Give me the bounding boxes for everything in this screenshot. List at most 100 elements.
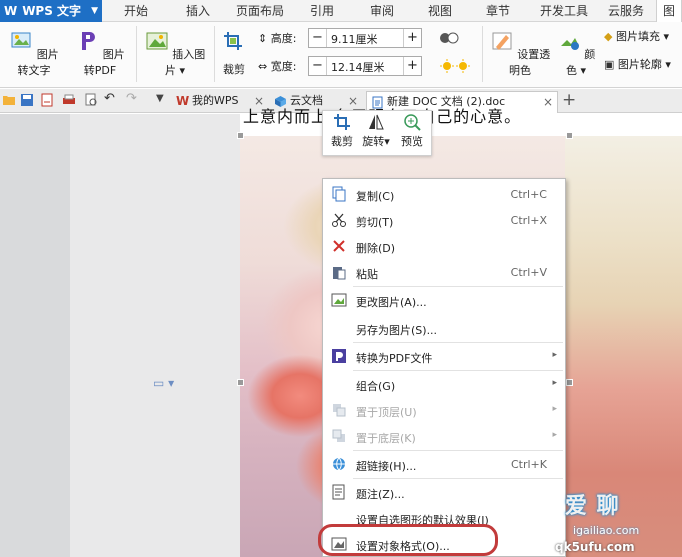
caret-down-icon: ▾ xyxy=(659,30,669,43)
menu-item-label: 剪切(T) xyxy=(356,216,394,229)
submenu-arrow-icon: ▸ xyxy=(552,404,557,414)
menu-item-change-picture[interactable]: 更改图片(A)... xyxy=(323,287,565,313)
menu-item-shortcut: Ctrl+V xyxy=(510,266,547,279)
set-transparent-label: 设置透明色 xyxy=(509,48,551,77)
submenu-arrow-icon: ▸ xyxy=(552,350,557,360)
width-value: 12.14厘米 xyxy=(331,61,385,74)
pic-outline-button[interactable]: ▣ 图片轮廓 ▾ xyxy=(604,56,682,72)
caret-down-icon: ▾ xyxy=(576,64,587,77)
pdf-icon xyxy=(332,349,346,363)
width-label: 宽度: xyxy=(270,60,297,73)
tab-view[interactable]: 视图 xyxy=(428,0,452,22)
bring-to-front-icon xyxy=(333,404,346,417)
insert-picture-button[interactable]: 插入图片 ▾ xyxy=(144,30,206,78)
menu-item-hyperlink[interactable]: 超链接(H)... Ctrl+K xyxy=(323,451,565,477)
watermark-site2: qk5ufu.com xyxy=(555,540,635,554)
mini-crop-button[interactable]: 裁剪 xyxy=(325,113,359,149)
mini-rotate-label: 旋转 xyxy=(362,135,385,148)
menu-item-paste[interactable]: 粘贴 Ctrl+V xyxy=(323,259,565,285)
resize-handle-middle-right[interactable] xyxy=(566,379,573,386)
ribbon: 图片转文字 图片转PDF 插入图片 ▾ 裁剪 ⇕ 高度: − 9.11厘米 + … xyxy=(0,22,682,88)
contrast-button[interactable] xyxy=(438,30,460,49)
height-increment-button[interactable]: + xyxy=(403,29,421,47)
height-decrement-button[interactable]: − xyxy=(309,29,327,47)
resize-handle-middle-left[interactable] xyxy=(237,379,244,386)
redo-icon[interactable]: ↷ xyxy=(126,91,140,106)
tab-chapter[interactable]: 章节 xyxy=(486,0,510,22)
open-folder-icon[interactable] xyxy=(2,93,16,107)
transparent-color-icon xyxy=(492,32,512,50)
height-control: ⇕ 高度: − 9.11厘米 + xyxy=(258,28,428,48)
print-icon[interactable] xyxy=(62,93,76,107)
menu-item-label: 转换为PDF文件 xyxy=(356,352,433,365)
menu-item-shortcut: Ctrl+C xyxy=(510,188,547,201)
set-transparent-button[interactable]: 设置透明色 xyxy=(488,30,552,78)
tab-home[interactable]: 开始 xyxy=(124,0,148,22)
menu-item-convert-pdf[interactable]: 转换为PDF文件 ▸ xyxy=(323,343,565,369)
mini-preview-label: 预览 xyxy=(401,135,423,148)
rotate-flip-icon xyxy=(369,114,384,130)
crop-icon xyxy=(334,114,350,130)
close-icon[interactable]: × xyxy=(543,92,553,112)
crop-button[interactable]: 裁剪 xyxy=(216,30,252,77)
export-pdf-icon[interactable] xyxy=(40,93,54,107)
paragraph-layout-icon[interactable]: ▭ ▾ xyxy=(153,376,174,390)
mini-preview-button[interactable]: 预览 xyxy=(395,113,429,149)
watermark: 爱 聊 igailiao.com qk5ufu.com xyxy=(525,478,682,557)
scissors-icon xyxy=(332,213,346,227)
height-icon-label: ⇕ 高度: xyxy=(258,30,308,46)
caption-icon xyxy=(332,484,345,500)
width-increment-button[interactable]: + xyxy=(403,57,421,75)
copy-icon xyxy=(332,186,346,202)
menu-item-send-to-back[interactable]: 置于底层(K) ▸ xyxy=(323,423,565,449)
tab-insert[interactable]: 插入 xyxy=(186,0,210,22)
menu-bar: W WPS 文字 ▼ 开始 插入 页面布局 引用 审阅 视图 章节 开发工具 云… xyxy=(0,0,682,22)
new-tab-plus-icon[interactable]: + xyxy=(562,90,576,110)
pic-to-text-label: 图片转文字 xyxy=(17,48,59,77)
brightness-button[interactable] xyxy=(438,58,472,77)
save-icon[interactable] xyxy=(20,93,34,107)
height-input[interactable]: − 9.11厘米 + xyxy=(308,28,422,48)
print-preview-icon[interactable] xyxy=(84,93,98,107)
menu-item-label: 删除(D) xyxy=(356,242,396,255)
undo-icon[interactable]: ↶ xyxy=(104,91,118,106)
tab-references[interactable]: 引用 xyxy=(310,0,334,22)
caret-down-icon: ▾ xyxy=(661,58,671,71)
mini-crop-label: 裁剪 xyxy=(331,135,353,148)
brightness-icon xyxy=(440,59,470,73)
menu-item-label: 粘贴 xyxy=(356,268,378,281)
pic-fill-button[interactable]: ◆ 图片填充 ▾ xyxy=(604,28,682,44)
width-input[interactable]: − 12.14厘米 + xyxy=(308,56,422,76)
outline-icon: ▣ xyxy=(604,58,615,71)
menu-item-cut[interactable]: 剪切(T) Ctrl+X xyxy=(323,207,565,233)
width-decrement-button[interactable]: − xyxy=(309,57,327,75)
send-to-back-icon xyxy=(332,429,345,442)
resize-handle-top-right[interactable] xyxy=(566,132,573,139)
menu-item-shortcut: Ctrl+X xyxy=(510,214,547,227)
menu-item-group[interactable]: 组合(G) ▸ xyxy=(323,371,565,397)
app-menu-button[interactable]: W WPS 文字 ▼ xyxy=(0,0,102,22)
quick-access-dropdown-icon[interactable]: ▼ xyxy=(156,93,170,107)
menu-item-delete[interactable]: 删除(D) xyxy=(323,233,565,259)
tab-review[interactable]: 审阅 xyxy=(370,0,394,22)
crop-label: 裁剪 xyxy=(223,63,245,76)
menu-item-copy[interactable]: 复制(C) Ctrl+C xyxy=(323,181,565,207)
menu-item-bring-to-front[interactable]: 置于顶层(U) ▸ xyxy=(323,397,565,423)
tab-cloud-service[interactable]: 云服务 xyxy=(608,0,644,22)
color-button[interactable]: 颜色 ▾ xyxy=(556,30,596,78)
navigation-pane xyxy=(0,114,70,557)
menu-item-save-as-picture[interactable]: 另存为图片(S)... xyxy=(323,315,565,341)
crop-icon xyxy=(224,32,242,50)
submenu-arrow-icon: ▸ xyxy=(552,378,557,388)
pic-to-text-button[interactable]: 图片转文字 xyxy=(4,30,64,78)
tab-page-layout[interactable]: 页面布局 xyxy=(236,0,284,22)
tab-picture-tools[interactable]: 图 xyxy=(656,0,682,22)
tab-developer[interactable]: 开发工具 xyxy=(540,0,588,22)
change-picture-icon xyxy=(331,293,347,307)
fill-bucket-icon: ◆ xyxy=(604,30,613,43)
pic-to-pdf-label: 图片转PDF xyxy=(83,48,125,77)
pic-to-pdf-button[interactable]: 图片转PDF xyxy=(70,30,130,78)
resize-handle-top-left[interactable] xyxy=(237,132,244,139)
mini-rotate-button[interactable]: 旋转▾ xyxy=(359,113,393,149)
paste-clipboard-icon xyxy=(333,267,346,280)
